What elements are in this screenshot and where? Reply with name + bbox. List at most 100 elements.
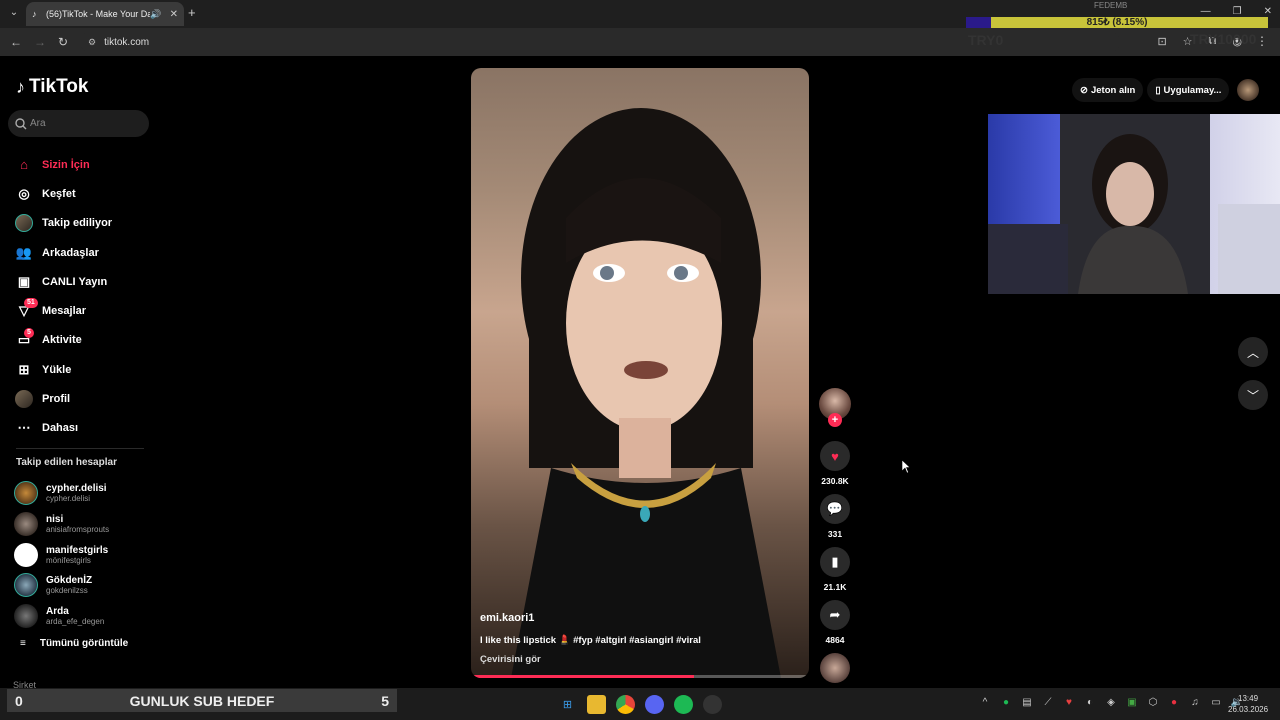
install-app-icon[interactable]: ⊡ [1157, 35, 1166, 48]
following-account[interactable]: nisi anisiafromsprouts [14, 509, 154, 540]
obs-icon[interactable] [703, 695, 722, 714]
minimize-icon[interactable]: — [1201, 6, 1211, 17]
nav-label: Profil [42, 393, 71, 406]
new-tab-button[interactable]: + [188, 5, 196, 20]
nav-label: Sizin İçin [42, 158, 90, 171]
network-icon[interactable]: ▭ [1209, 697, 1223, 708]
tray-app-icon[interactable]: ▣ [1125, 697, 1139, 708]
tray-app-icon[interactable]: ◐ [1083, 697, 1097, 708]
mouse-cursor-icon [902, 460, 910, 473]
more-icon: ⋯ [17, 420, 31, 436]
tray-app-icon[interactable]: ⟋ [1041, 697, 1055, 708]
nav-item-friends[interactable]: 👥 Arkadaşlar [14, 238, 154, 267]
coin-icon: ⊘ [1080, 84, 1088, 96]
nav-item-profile[interactable]: Profil [14, 384, 154, 413]
nav-item-following[interactable]: Takip ediliyor [14, 209, 154, 238]
discord-icon[interactable] [645, 695, 664, 714]
chrome-icon[interactable] [616, 695, 635, 714]
video-author[interactable]: emi.kaori1 [480, 612, 534, 624]
share-icon[interactable]: ➦ [820, 600, 850, 630]
following-account[interactable]: GökdenİZ gokdenilzss [14, 570, 154, 601]
tray-chevron-icon[interactable]: ^ [978, 697, 992, 708]
account-name: cypher.delisi [46, 483, 107, 495]
nav-item-activity[interactable]: ▭ 5 Aktivite [14, 326, 154, 355]
tray-app-icon[interactable]: ● [999, 697, 1013, 708]
following-account[interactable]: manifestgirls mönifestgirls [14, 539, 154, 570]
account-handle: gokdenilzss [46, 586, 88, 596]
next-video-button[interactable]: ﹀ [1238, 380, 1268, 410]
browser-menu-icon[interactable]: ⋮ [1256, 34, 1268, 48]
see-all-label: Tümünü görüntüle [39, 638, 129, 649]
like-count: 230.8K [821, 476, 849, 486]
nav-item-live[interactable]: ▣ CANLI Yayın [14, 267, 154, 296]
nav-item-messages[interactable]: ▽ 51 Mesajlar [14, 296, 154, 325]
tray-app-icon[interactable]: ▤ [1020, 697, 1034, 708]
microphone-icon[interactable]: ♫ [1188, 697, 1202, 708]
account-handle: mönifestgirls [46, 555, 91, 565]
following-account[interactable]: cypher.delisi cypher.delisi [14, 478, 154, 509]
comment-icon[interactable]: 💬 [820, 494, 850, 524]
share-action[interactable]: ➦ 4864 [818, 600, 852, 647]
sub-goal-target: 5 [381, 692, 389, 709]
search-input[interactable]: Ara [8, 110, 149, 137]
tiktok-logo[interactable]: ♪ TikTok [16, 76, 88, 98]
bookmark-icon[interactable]: ▮ [820, 547, 850, 577]
video-progress-bar[interactable] [471, 675, 809, 678]
forward-icon[interactable]: → [34, 35, 46, 49]
tab-close-icon[interactable]: ✕ [170, 9, 178, 20]
comment-count: 331 [827, 529, 843, 539]
windows-start-icon[interactable]: ⊞ [558, 695, 577, 714]
avatar [14, 542, 38, 567]
file-explorer-icon[interactable] [587, 695, 606, 714]
browser-toolbar: ← → ↻ ⚙ tiktok.com ⊡ ☆ ⧉ ◉ ⋮ [0, 28, 1280, 56]
following-account[interactable]: Arda arda_efe_degen [14, 601, 154, 632]
chevron-up-icon: ︿ [1246, 345, 1259, 360]
taskbar-clock[interactable]: 13:49 26.03.2026 [1228, 693, 1268, 715]
tray-app-icon[interactable]: ♥ [1062, 697, 1076, 708]
video-frame-image [511, 108, 781, 678]
comment-action[interactable]: 💬 331 [818, 494, 852, 541]
account-name: Arda [46, 606, 69, 618]
window-close-icon[interactable]: ✕ [1264, 6, 1272, 17]
following-accounts-header: Takip edilen hesaplar [16, 457, 117, 468]
heart-icon[interactable]: ♥ [820, 441, 850, 471]
site-info-icon[interactable]: ⚙ [88, 37, 96, 48]
nav-item-more[interactable]: ⋯ Dahası [14, 414, 154, 443]
phone-icon: ▯ [1155, 84, 1161, 96]
clock-date: 26.03.2026 [1228, 705, 1269, 714]
nav-label: Mesajlar [42, 305, 87, 318]
previous-video-button[interactable]: ︿ [1238, 337, 1268, 367]
get-app-button[interactable]: ▯ Uygulamay... [1147, 78, 1230, 102]
back-icon[interactable]: ← [10, 35, 22, 49]
follow-plus-icon[interactable]: + [828, 413, 842, 427]
webcam-overlay [988, 114, 1280, 294]
save-action[interactable]: ▮ 21.1K [818, 547, 852, 594]
see-all-button[interactable]: ≡ Tümünü görüntüle [20, 638, 128, 649]
tray-app-icon[interactable]: ◈ [1104, 697, 1118, 708]
donation-goal-max: TRY10000 [1190, 31, 1257, 47]
system-tray: ^ ● ▤ ⟋ ♥ ◐ ◈ ▣ ⬡ ● ♫ ▭ 🔉 [978, 697, 1244, 708]
music-disc[interactable] [820, 653, 850, 683]
reload-icon[interactable]: ↻ [58, 35, 68, 49]
donation-goal-bar: 815₺ (8.15%) [966, 17, 1268, 28]
creator-avatar[interactable]: + [819, 388, 851, 427]
taskbar-apps: ⊞ [558, 695, 722, 714]
nav-item-explore[interactable]: ◎ Keşfet [14, 179, 154, 208]
upload-icon: ⊞ [18, 361, 30, 377]
browser-tab[interactable]: ♪ (56)TikTok - Make Your Day 🔊 ✕ [26, 2, 184, 26]
restore-icon[interactable]: ❐ [1233, 6, 1242, 17]
like-action[interactable]: ♥ 230.8K [818, 441, 852, 488]
tab-search-button[interactable]: ⌄ [6, 5, 22, 21]
get-coins-button[interactable]: ⊘ Jeton alın [1072, 78, 1144, 102]
see-translation-link[interactable]: Çevirisini gör [480, 654, 541, 665]
spotify-icon[interactable] [674, 695, 693, 714]
nav-item-upload[interactable]: ⊞ Yükle [14, 355, 154, 384]
user-avatar[interactable] [1237, 79, 1260, 101]
tray-app-icon[interactable]: ● [1167, 697, 1181, 708]
nav-item-for-you[interactable]: ⌂ Sizin İçin [14, 150, 154, 179]
speaker-icon[interactable]: 🔊 [150, 9, 161, 20]
address-bar[interactable]: ⚙ tiktok.com [80, 32, 1120, 52]
video-player[interactable]: emi.kaori1 I like this lipstick 💄 #fyp #… [471, 68, 809, 678]
tray-app-icon[interactable]: ⬡ [1146, 697, 1160, 708]
search-icon [15, 117, 27, 129]
